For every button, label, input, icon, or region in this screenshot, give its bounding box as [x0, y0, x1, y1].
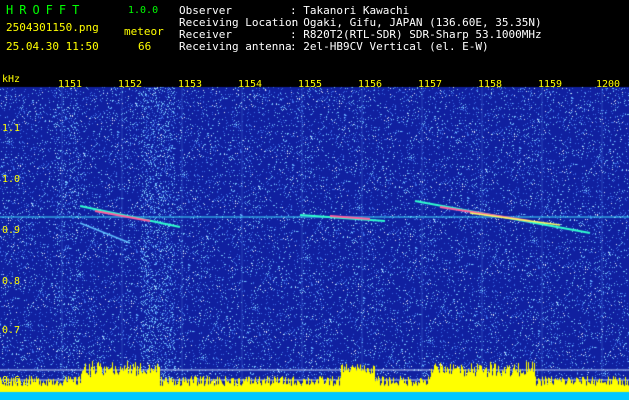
frequency-unit-label: kHz: [2, 74, 21, 85]
x-tick-label: 1152: [118, 79, 143, 90]
y-tick-label: 0.9: [2, 225, 21, 236]
app-logo: HROFFT: [6, 3, 86, 17]
y-tick-label: 1.1: [2, 123, 21, 134]
antenna-label: Receiving antenna: [179, 40, 292, 53]
file-name: 2504301150.png: [6, 21, 99, 34]
y-tick-label: 1.0: [2, 174, 21, 185]
spectrogram-canvas: [0, 73, 629, 400]
mode-label: meteor: [124, 25, 164, 38]
x-tick-label: 1153: [178, 79, 203, 90]
capture-datetime: 25.04.30 11:50: [6, 40, 99, 53]
antenna-value: : 2el-HB9CV Vertical (el. E-W): [290, 40, 489, 53]
x-tick-label: 1158: [478, 79, 503, 90]
app-version: 1.0.0: [128, 5, 159, 16]
y-tick-label: 0.7: [2, 325, 21, 336]
y-tick-label: 0.6: [2, 375, 21, 386]
x-tick-label: 1156: [358, 79, 383, 90]
x-tick-label: 1200: [596, 79, 621, 90]
mode-value: 66: [138, 40, 152, 53]
x-tick-label: 1151: [58, 79, 83, 90]
y-tick-label: 0.8: [2, 276, 21, 287]
x-tick-label: 1157: [418, 79, 443, 90]
header-panel: HROFFT 1.0.0 2504301150.png meteor 25.04…: [0, 0, 629, 73]
x-tick-label: 1159: [538, 79, 563, 90]
x-tick-label: 1154: [238, 79, 263, 90]
x-tick-label: 1155: [298, 79, 323, 90]
